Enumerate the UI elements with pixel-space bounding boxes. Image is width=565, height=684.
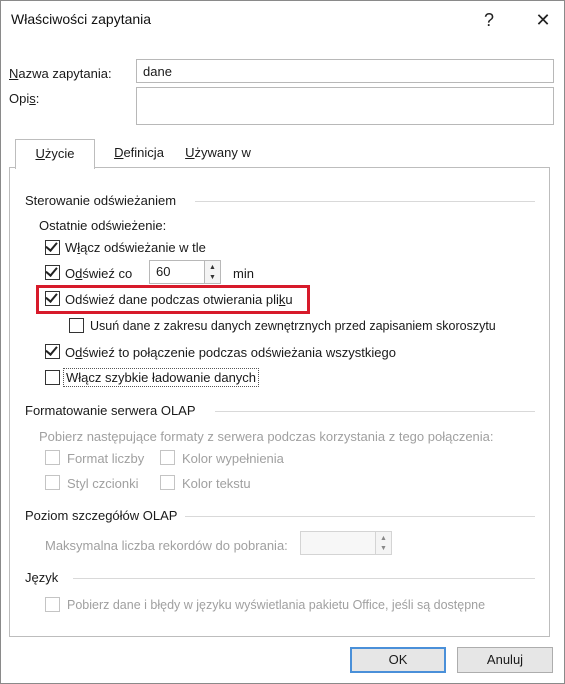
- spin-up-icon[interactable]: ▲: [205, 262, 220, 272]
- bg-refresh-checkbox[interactable]: [45, 239, 60, 255]
- spin-up-icon[interactable]: ▲: [376, 533, 391, 543]
- description-label: Opis:: [9, 91, 40, 106]
- tab-usage[interactable]: Użycie: [15, 139, 95, 169]
- language-label: Pobierz dane i błędy w języku wyświetlan…: [67, 598, 486, 612]
- font-style-checkbox[interactable]: [45, 475, 60, 490]
- bg-refresh-label: Włącz odświeżanie w tle: [65, 240, 206, 255]
- max-records-label: Maksymalna liczba rekordów do pobrania:: [45, 538, 288, 553]
- language-section-header: Język: [25, 570, 535, 586]
- check-icon: [45, 264, 58, 277]
- cancel-button[interactable]: Anuluj: [457, 647, 553, 673]
- help-button[interactable]: ?: [475, 7, 503, 33]
- ok-button[interactable]: OK: [350, 647, 446, 673]
- fill-color-label: Kolor wypełnienia: [182, 451, 284, 466]
- refresh-interval-unit: min: [233, 266, 254, 281]
- refresh-all-checkbox[interactable]: [45, 343, 60, 359]
- window-title: Właściwości zapytania: [11, 11, 152, 27]
- number-format-checkbox[interactable]: [45, 450, 60, 465]
- remove-data-label: Usuń dane z zakresu danych zewnętrznych …: [90, 319, 496, 333]
- olap-format-section-header: Formatowanie serwera OLAP: [25, 403, 535, 419]
- text-color-checkbox[interactable]: [160, 475, 175, 490]
- language-checkbox[interactable]: [45, 597, 60, 612]
- fast-load-label: Włącz szybkie ładowanie danych: [63, 368, 260, 387]
- check-icon: [45, 343, 58, 356]
- query-name-label: Nazwa zapytania:: [9, 66, 112, 81]
- refresh-every-label: Odświeź co: [65, 266, 133, 281]
- usage-panel: [9, 167, 550, 637]
- check-icon: [45, 290, 58, 303]
- remove-data-checkbox[interactable]: [69, 318, 84, 333]
- refresh-interval-input[interactable]: 60 ▲ ▼: [149, 260, 221, 284]
- font-style-label: Styl czcionki: [67, 476, 139, 491]
- refresh-on-open-label: Odświeź dane podczas otwierania pliku: [65, 292, 293, 307]
- tab-definition[interactable]: Definicja: [97, 139, 181, 167]
- spin-down-icon[interactable]: ▼: [205, 272, 220, 282]
- description-input[interactable]: [136, 87, 554, 125]
- query-name-input[interactable]: dane: [136, 59, 554, 83]
- refresh-interval-value: 60: [156, 264, 171, 279]
- max-records-input[interactable]: ▲ ▼: [300, 531, 392, 555]
- close-icon[interactable]: ✕: [529, 7, 557, 33]
- olap-format-description: Pobierz następujące formaty z serwera po…: [39, 429, 494, 444]
- tab-used-in[interactable]: Używany w: [173, 139, 263, 167]
- text-color-label: Kolor tekstu: [182, 476, 251, 491]
- query-name-value: dane: [143, 64, 172, 79]
- refresh-on-open-checkbox[interactable]: [45, 290, 60, 306]
- query-properties-dialog: Właściwości zapytania ? ✕ Nazwa zapytani…: [0, 0, 565, 684]
- last-refresh-label: Ostatnie odświeżenie:: [39, 218, 167, 233]
- spin-down-icon[interactable]: ▼: [376, 543, 391, 553]
- refresh-interval-spinner[interactable]: ▲ ▼: [204, 261, 220, 283]
- olap-detail-section-header: Poziom szczegółów OLAP: [25, 508, 535, 524]
- fast-load-checkbox[interactable]: [45, 370, 60, 385]
- check-icon: [45, 239, 58, 252]
- refresh-every-checkbox[interactable]: [45, 264, 60, 280]
- number-format-label: Format liczby: [67, 451, 145, 466]
- refresh-section-header: Sterowanie odświeżaniem: [25, 193, 535, 209]
- fill-color-checkbox[interactable]: [160, 450, 175, 465]
- max-records-spinner[interactable]: ▲ ▼: [375, 532, 391, 554]
- refresh-all-label: Odświeź to połączenie podczas odświeżani…: [65, 345, 396, 360]
